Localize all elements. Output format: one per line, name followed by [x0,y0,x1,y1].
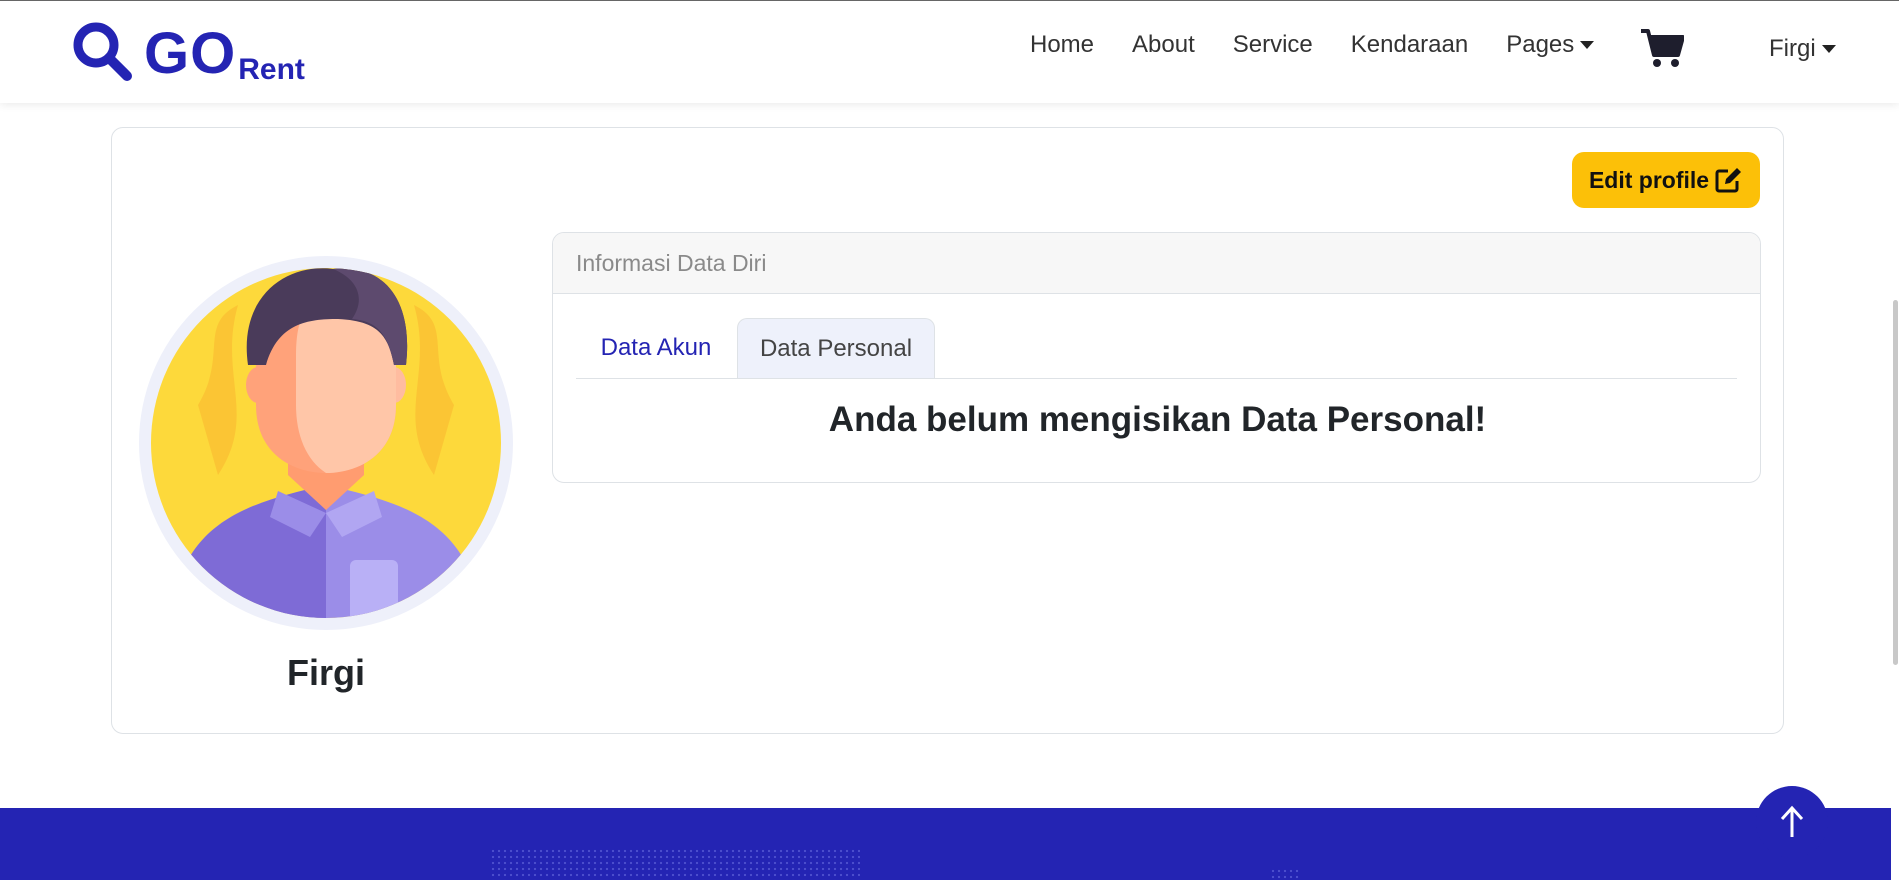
info-card-header: Informasi Data Diri [553,233,1760,294]
scrollbar[interactable] [1891,0,1899,880]
nav-kendaraan[interactable]: Kendaraan [1351,31,1468,59]
nav-service[interactable]: Service [1233,31,1313,59]
footer-world-map-pattern [1270,868,1300,880]
footer [0,808,1893,880]
brand-suffix: Rent [238,53,305,86]
nav-home[interactable]: Home [1030,31,1094,59]
user-menu-name: Firgi [1769,35,1816,62]
nav-pages-dropdown[interactable]: Pages [1506,31,1595,59]
back-to-top-button[interactable] [1756,786,1828,858]
search-icon [73,22,132,81]
chevron-down-icon [1821,45,1836,53]
profile-name: Firgi [287,652,365,693]
arrow-up-icon [1780,805,1804,837]
tab-data-personal[interactable]: Data Personal [737,318,935,378]
nav-pages-label: Pages [1506,31,1575,58]
user-menu-dropdown[interactable]: Firgi [1769,35,1836,63]
edit-profile-button[interactable]: Edit profile [1572,152,1760,208]
nav-about[interactable]: About [1132,31,1195,59]
tab-data-akun[interactable]: Data Akun [576,318,736,378]
empty-state-message: Anda belum mengisikan Data Personal! [828,400,1487,439]
profile-card: Edit profile Firgi Informasi Data Diri D… [111,127,1784,734]
avatar [139,256,513,630]
footer-world-map-pattern [490,848,860,880]
nav-links: Home About Service Kendaraan Pages [1030,31,1632,59]
cart-icon[interactable] [1640,27,1684,69]
navbar: GO Rent Home About Service Kendaraan Pag… [0,0,1899,103]
info-card: Informasi Data Diri Data Akun Data Perso… [552,232,1761,483]
chevron-down-icon [1580,41,1595,49]
edit-icon [1715,168,1742,193]
brand-logo[interactable]: GO Rent [70,19,305,86]
info-tabs: Data Akun Data Personal [576,318,1737,379]
edit-profile-label: Edit profile [1588,166,1710,193]
scrollbar-thumb[interactable] [1893,300,1898,665]
brand-name: GO [144,21,237,86]
